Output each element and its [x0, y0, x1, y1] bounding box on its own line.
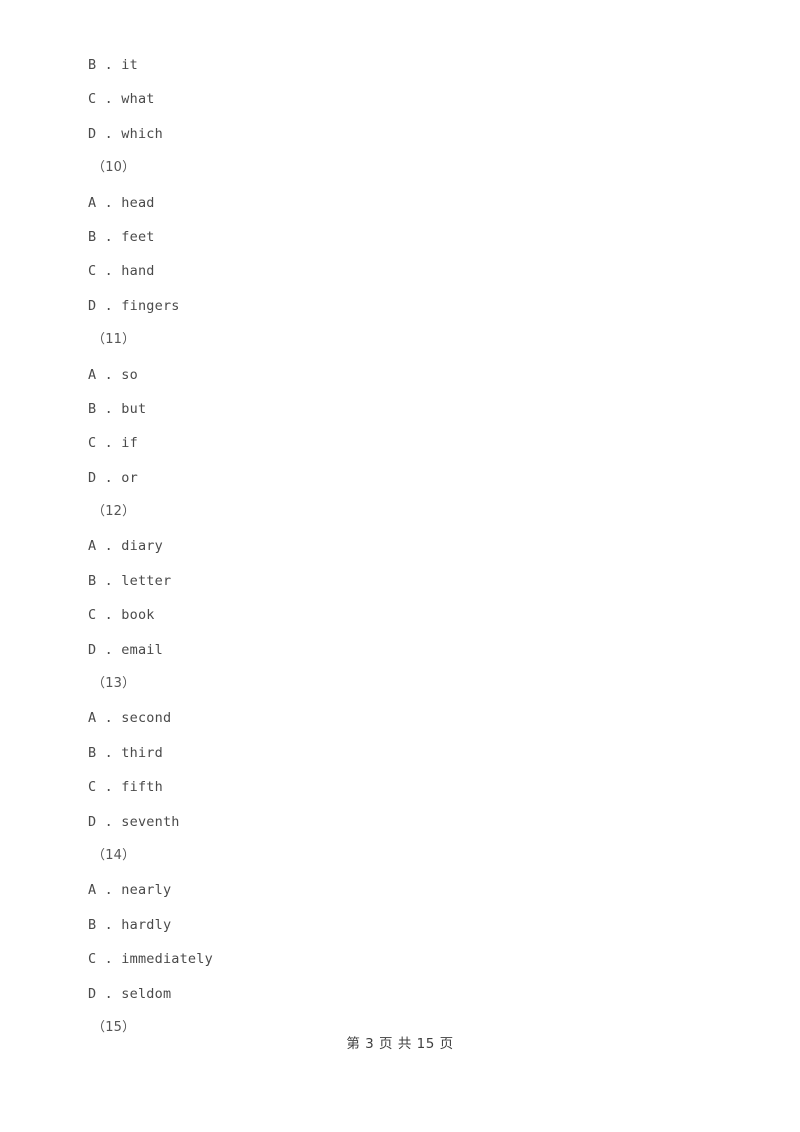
answer-option: B . third	[88, 744, 163, 761]
question-number: （14）	[92, 847, 136, 863]
answer-option: A . so	[88, 366, 138, 383]
answer-option: A . nearly	[88, 882, 172, 899]
answer-option: C . what	[88, 91, 155, 108]
answer-option: D . which	[88, 125, 163, 142]
question-number: （11）	[92, 332, 136, 348]
answer-option: D . seldom	[88, 985, 172, 1002]
question-number: （12）	[92, 504, 136, 520]
question-number: （10）	[92, 160, 136, 176]
answer-option: C . if	[88, 435, 138, 452]
answer-option: A . second	[88, 710, 172, 727]
answer-option: D . email	[88, 641, 163, 658]
document-page: B . it C . what D . which （10） A . head B . f…	[0, 0, 800, 1132]
answer-option: C . immediately	[88, 951, 213, 968]
answer-option: C . book	[88, 607, 155, 624]
answer-option: B . it	[88, 57, 138, 73]
page-footer: 第 3 页 共 15 页	[346, 1036, 454, 1052]
answer-option: A . diary	[88, 538, 163, 555]
answer-option: A . head	[88, 194, 155, 211]
answer-option: B . but	[88, 400, 147, 417]
answer-option: C . hand	[88, 263, 155, 280]
answer-option: B . hardly	[88, 916, 172, 933]
question-options-list: B . it C . what D . which （10） A . head B . f…	[88, 48, 708, 1045]
question-number: （13）	[92, 676, 136, 692]
answer-option: D . fingers	[88, 297, 180, 314]
answer-option: C . fifth	[88, 779, 163, 796]
answer-option: D . or	[88, 469, 138, 486]
answer-option: B . letter	[88, 572, 172, 589]
answer-option: B . feet	[88, 228, 155, 245]
answer-option: D . seventh	[88, 813, 180, 830]
